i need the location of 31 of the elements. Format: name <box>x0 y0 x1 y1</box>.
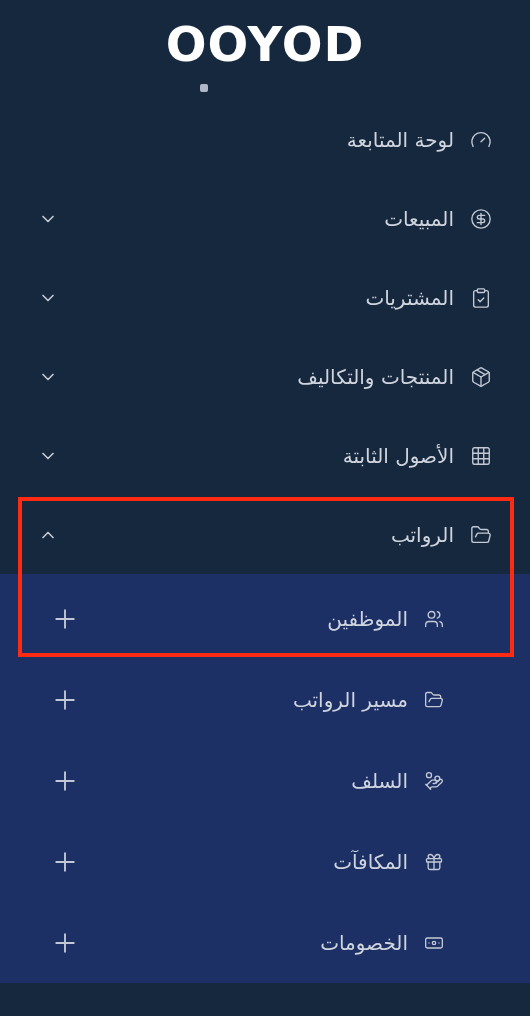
submenu-label: مسير الرواتب <box>291 687 408 712</box>
submenu-item[interactable]: مسير الرواتب <box>0 659 530 740</box>
menu-item[interactable]: المنتجات والتكاليف <box>0 337 530 416</box>
submenu-label: الموظفين <box>326 606 408 631</box>
hand-coins-icon <box>424 770 444 791</box>
people-icon <box>424 608 444 629</box>
logo: OOYOD <box>161 12 369 84</box>
submenu-item[interactable]: السلف <box>0 740 530 821</box>
submenu-item[interactable]: الخصومات <box>0 902 530 983</box>
menu-item[interactable]: لوحة المتابعة <box>0 100 530 179</box>
menu-label: الرواتب <box>389 522 454 547</box>
dollar-icon <box>470 207 492 230</box>
grid-icon <box>470 444 492 467</box>
submenu-item[interactable]: المكافآت <box>0 821 530 902</box>
menu-item[interactable]: الأصول الثابتة <box>0 416 530 495</box>
menu-label: المنتجات والتكاليف <box>296 364 454 389</box>
folder-icon <box>470 523 492 546</box>
menu-label: لوحة المتابعة <box>345 127 454 152</box>
folder-icon <box>424 689 444 710</box>
box-icon <box>470 365 492 388</box>
menu-item[interactable]: المبيعات <box>0 179 530 258</box>
submenu-label: الخصومات <box>319 930 408 955</box>
gift-icon <box>424 851 444 872</box>
clipboard-icon <box>470 286 492 309</box>
submenu-label: السلف <box>350 768 408 793</box>
submenu-label: المكافآت <box>332 849 408 874</box>
menu-label: الأصول الثابتة <box>341 443 454 468</box>
menu-label: المشتريات <box>364 285 454 310</box>
menu-item[interactable]: المشتريات <box>0 258 530 337</box>
menu-label: المبيعات <box>383 206 454 231</box>
menu-item[interactable]: الرواتب <box>0 495 530 574</box>
